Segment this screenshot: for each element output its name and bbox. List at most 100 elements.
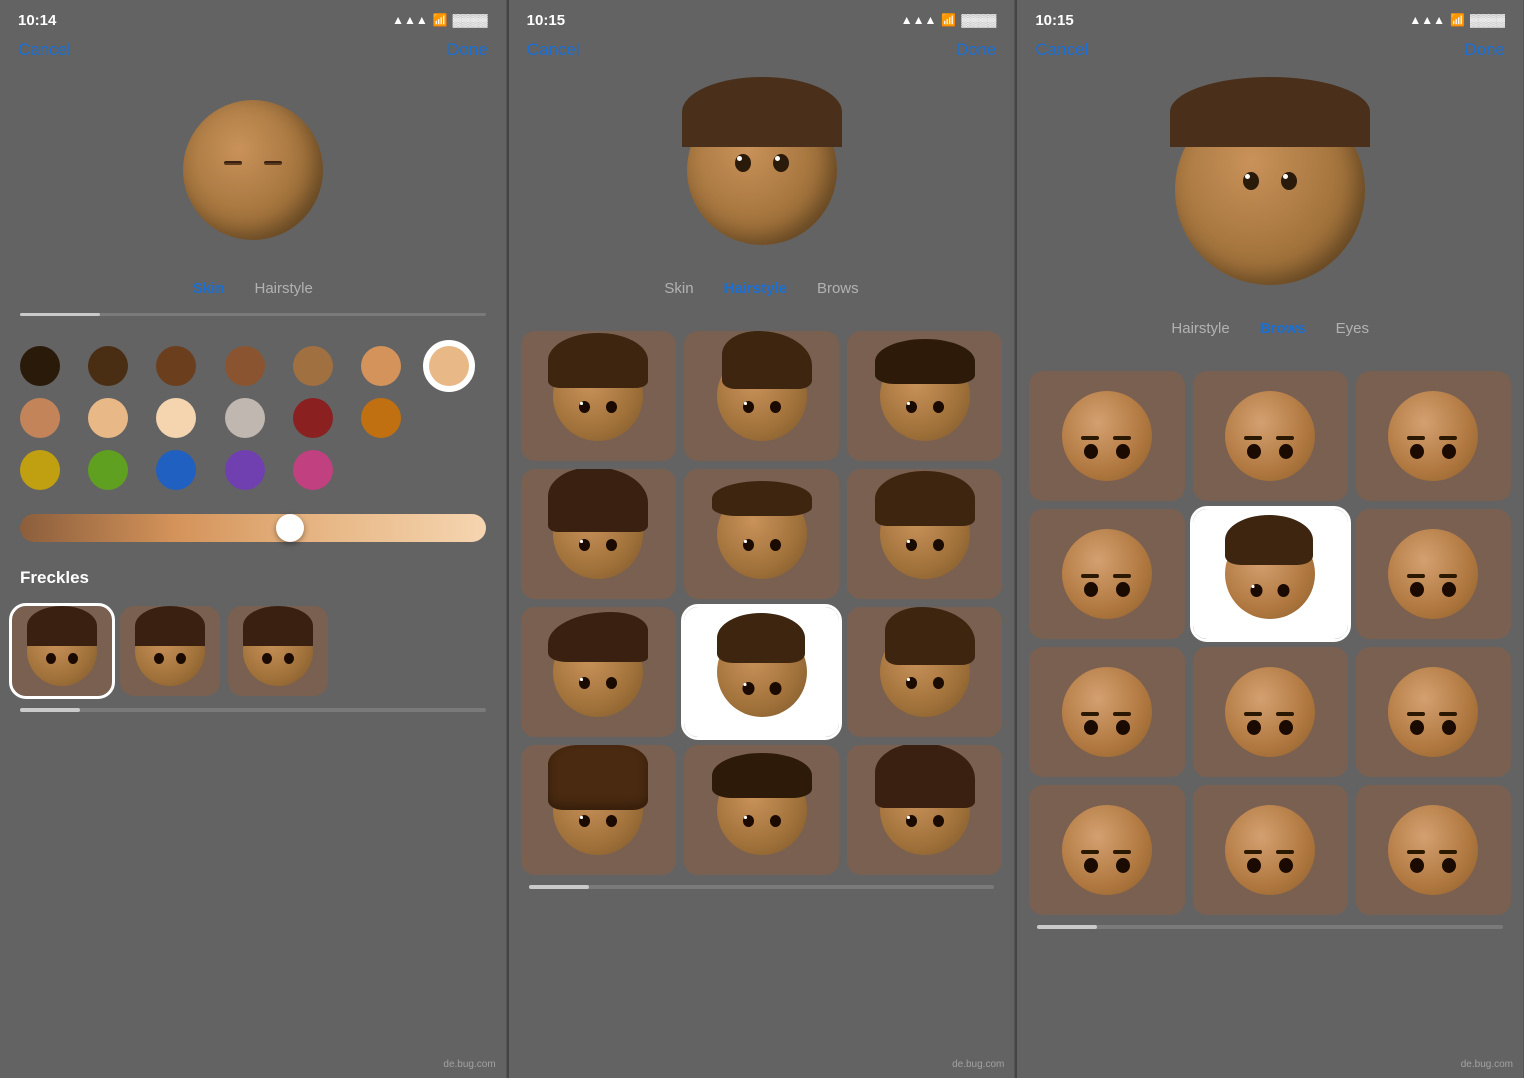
popup-face xyxy=(717,627,807,717)
swatch-1[interactable] xyxy=(20,346,60,386)
swatch-13[interactable] xyxy=(361,398,401,438)
freckles-label: Freckles xyxy=(0,556,506,596)
hair-item-1[interactable] xyxy=(521,331,676,461)
swatch-11[interactable] xyxy=(225,398,265,438)
tab-eyes-3[interactable]: Eyes xyxy=(1336,320,1369,341)
hair-face-3 xyxy=(880,351,970,441)
brow-face-9 xyxy=(1388,667,1478,757)
tab-skin-2[interactable]: Skin xyxy=(664,280,693,301)
brow-eye-l-11 xyxy=(1247,858,1261,873)
cancel-button-2[interactable]: Cancel xyxy=(527,40,580,60)
eye-left-3 xyxy=(1243,172,1259,190)
swatch-6[interactable] xyxy=(361,346,401,386)
brow-item-10[interactable] xyxy=(1029,785,1184,915)
mini-eye-r-11 xyxy=(933,815,944,827)
swatch-2[interactable] xyxy=(88,346,128,386)
tab-skin-1[interactable]: Skin xyxy=(193,280,225,301)
cancel-button-1[interactable]: Cancel xyxy=(18,40,71,60)
swatch-9[interactable] xyxy=(88,398,128,438)
brow-face-8 xyxy=(1225,667,1315,757)
brow-face-6 xyxy=(1388,529,1478,619)
brow-item-12[interactable] xyxy=(1356,785,1511,915)
brow-item-5-selected[interactable] xyxy=(1193,509,1348,639)
swatch-17[interactable] xyxy=(225,450,265,490)
done-button-2[interactable]: Done xyxy=(956,40,997,60)
brow-brow-l-12 xyxy=(1407,850,1425,854)
hair-item-10[interactable] xyxy=(684,745,839,875)
swatch-5[interactable] xyxy=(293,346,333,386)
status-bar-2: 10:15 ▲▲▲ 📶 ▓▓▓▓ xyxy=(509,0,1015,36)
brow-item-2[interactable] xyxy=(1193,371,1348,501)
mini-eyes-2 xyxy=(743,401,781,413)
brow-eyes-4 xyxy=(1084,582,1130,597)
swatch-18[interactable] xyxy=(293,450,333,490)
hair-item-8[interactable] xyxy=(847,607,1002,737)
brow-item-4[interactable] xyxy=(1029,509,1184,639)
tab-hairstyle-2[interactable]: Hairstyle xyxy=(724,280,787,301)
mini-eyes-1 xyxy=(579,401,617,413)
swatch-14[interactable] xyxy=(20,450,60,490)
hair-item-4[interactable] xyxy=(521,469,676,599)
freckle-eyes-2 xyxy=(154,653,186,664)
brow-eye-r-4 xyxy=(1116,582,1130,597)
hair-item-11[interactable] xyxy=(847,745,1002,875)
brow-item-8[interactable] xyxy=(1193,647,1348,777)
hair-item-3[interactable] xyxy=(847,331,1002,461)
swatch-8[interactable] xyxy=(20,398,60,438)
brow-item-11[interactable] xyxy=(1193,785,1348,915)
swatch-10[interactable] xyxy=(156,398,196,438)
swatch-7-selected[interactable] xyxy=(429,346,469,386)
freckle-face-2 xyxy=(135,616,205,686)
done-button-1[interactable]: Done xyxy=(447,40,488,60)
skin-content: Freckles xyxy=(0,326,506,1078)
watermark-2: de.bug.com xyxy=(952,1059,1004,1070)
brow-popup-face xyxy=(1225,529,1315,619)
hair-item-2[interactable] xyxy=(684,331,839,461)
brow-item-3[interactable] xyxy=(1356,371,1511,501)
wifi-icon-2: 📶 xyxy=(941,13,956,27)
brow-selected-popup xyxy=(1210,514,1330,634)
hair-item-7-selected[interactable] xyxy=(684,607,839,737)
brow-popup-eyes xyxy=(1251,584,1290,597)
tab-brows-3[interactable]: Brows xyxy=(1260,320,1306,341)
mini-eye-r-6 xyxy=(933,539,944,551)
tab-hairstyle-1[interactable]: Hairstyle xyxy=(255,280,313,301)
hair-face-1 xyxy=(553,351,643,441)
hair-item-9[interactable] xyxy=(521,745,676,875)
hair-face-7l xyxy=(553,627,643,717)
hair-item-7-left[interactable] xyxy=(521,607,676,737)
swatch-12[interactable] xyxy=(293,398,333,438)
swatch-15[interactable] xyxy=(88,450,128,490)
cancel-button-3[interactable]: Cancel xyxy=(1035,40,1088,60)
freckle-option-1[interactable] xyxy=(12,606,112,696)
mini-eyes-7l xyxy=(579,677,617,689)
freckle-option-3[interactable] xyxy=(228,606,328,696)
tabs-1: Skin Hairstyle xyxy=(0,270,506,313)
memoji-avatar-3 xyxy=(1175,95,1365,285)
swatch-16[interactable] xyxy=(156,450,196,490)
brow-eye-l-4 xyxy=(1084,582,1098,597)
done-button-3[interactable]: Done xyxy=(1464,40,1505,60)
eye-left-1 xyxy=(224,161,242,165)
swatch-4[interactable] xyxy=(225,346,265,386)
hair-item-5[interactable] xyxy=(684,469,839,599)
brow-item-6[interactable] xyxy=(1356,509,1511,639)
bottom-scroll-thumb-1 xyxy=(20,708,80,712)
skin-tone-slider[interactable] xyxy=(20,514,486,542)
hair-item-6[interactable] xyxy=(847,469,1002,599)
brow-item-1[interactable] xyxy=(1029,371,1184,501)
status-time-1: 10:14 xyxy=(18,12,56,29)
brow-brow-l-2 xyxy=(1244,436,1262,440)
brow-face-2 xyxy=(1225,391,1315,481)
freckle-option-2[interactable] xyxy=(120,606,220,696)
status-time-2: 10:15 xyxy=(527,12,565,29)
mini-eye-r-10 xyxy=(770,815,781,827)
brow-eye-r-11 xyxy=(1279,858,1293,873)
brow-item-9[interactable] xyxy=(1356,647,1511,777)
brow-eye-l-2 xyxy=(1247,444,1261,459)
tab-hairstyle-3[interactable]: Hairstyle xyxy=(1171,320,1229,341)
tab-brows-2[interactable]: Brows xyxy=(817,280,859,301)
swatch-3[interactable] xyxy=(156,346,196,386)
mini-eyes-4 xyxy=(579,539,617,551)
brow-item-7[interactable] xyxy=(1029,647,1184,777)
